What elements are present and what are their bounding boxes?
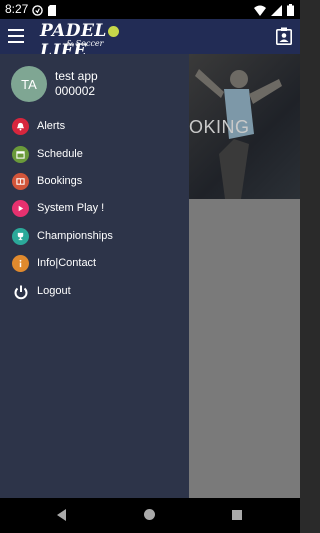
menu-item-bookings[interactable]: Bookings: [0, 169, 189, 195]
menu-label: Logout: [37, 285, 71, 297]
menu-icon[interactable]: [8, 29, 24, 43]
info-icon: [12, 255, 29, 272]
content-area: [189, 199, 300, 498]
menu-item-info-contact[interactable]: Info|Contact: [0, 251, 189, 277]
menu-item-system-play[interactable]: System Play !: [0, 196, 189, 222]
menu-item-logout[interactable]: Logout: [0, 279, 189, 305]
user-id: 000002: [55, 84, 96, 98]
app-bar: PADELLIFE & Soccer: [0, 19, 300, 61]
power-icon: [12, 283, 29, 300]
hero-text: OKING: [189, 117, 250, 137]
avatar[interactable]: TA: [11, 66, 47, 102]
tennis-ball-icon: [107, 26, 119, 37]
booking-icon: [12, 173, 29, 190]
menu-label: System Play !: [37, 202, 105, 214]
menu-label: Info|Contact: [37, 257, 97, 269]
id-card-icon[interactable]: [276, 27, 292, 45]
menu-item-alerts[interactable]: Alerts: [0, 114, 189, 140]
calendar-icon: [12, 146, 29, 163]
menu-label: Alerts: [37, 120, 66, 132]
status-bar: 8:27: [0, 0, 300, 19]
bell-icon: [12, 118, 29, 135]
menu-label: Bookings: [37, 175, 83, 187]
user-name: test app: [55, 69, 98, 83]
menu-item-schedule[interactable]: Schedule: [0, 142, 189, 168]
play-icon: [12, 200, 29, 217]
home-icon[interactable]: [144, 509, 155, 520]
menu-item-championships[interactable]: Championships: [0, 224, 189, 250]
menu-label: Championships: [37, 230, 113, 242]
menu-label: Schedule: [37, 148, 83, 160]
app-logo: PADELLIFE & Soccer: [40, 21, 140, 61]
navigation-drawer: TA test app 000002 Alerts Schedule Booki…: [0, 54, 189, 498]
recent-apps-icon[interactable]: [232, 510, 242, 520]
back-icon[interactable]: [57, 509, 66, 521]
trophy-icon: [12, 228, 29, 245]
system-nav-bar: [0, 498, 300, 533]
status-time: 8:27: [5, 2, 29, 16]
